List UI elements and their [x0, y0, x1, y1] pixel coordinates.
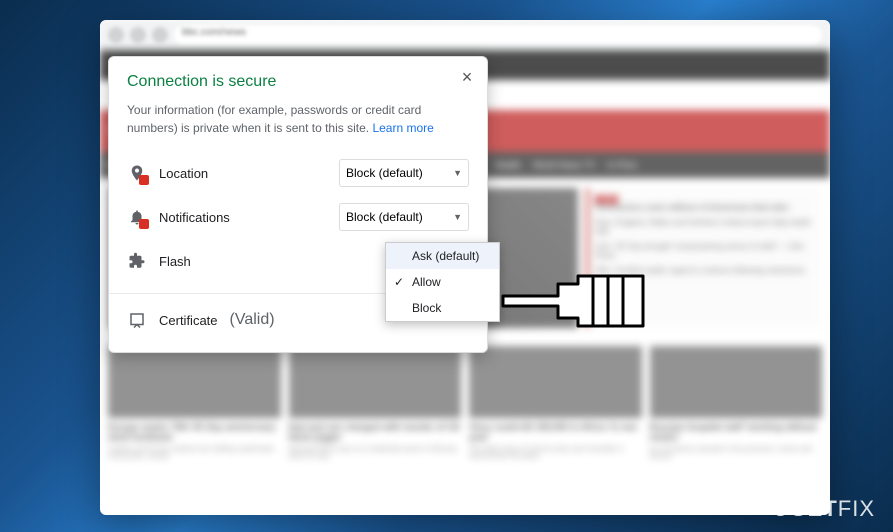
notifications-select[interactable]: Block (default)▼: [339, 203, 469, 231]
check-icon: ✓: [394, 275, 404, 289]
address-field[interactable]: bbc.com/news: [174, 25, 822, 45]
dropdown-option-allow[interactable]: ✓ Allow: [386, 269, 499, 295]
certificate-label: Certificate: [159, 313, 218, 328]
card-desc: The WHO warns of risk for years and 'smo…: [469, 446, 642, 460]
connection-description: Your information (for example, passwords…: [127, 101, 469, 137]
card-image: [289, 346, 462, 418]
location-icon: [127, 163, 147, 183]
forward-icon[interactable]: [130, 27, 146, 43]
article-card[interactable]: Virus could kill 190,000 in Africa 'in o…: [469, 346, 642, 460]
dropdown-option-ask[interactable]: Ask (default): [386, 243, 499, 269]
learn-more-link[interactable]: Learn more: [372, 121, 433, 135]
sidebar-headline[interactable]: Coronavirus costs millions of Americans …: [595, 203, 814, 212]
permission-label: Location: [159, 166, 327, 181]
card-image: [469, 346, 642, 418]
card-title: Russian hospital staff 'working without …: [650, 422, 823, 442]
puzzle-icon: [127, 251, 147, 271]
card-title: Dad and son charged with murder of US bl…: [289, 422, 462, 442]
card-title: Virus could kill 190,000 in Africa 'in o…: [469, 422, 642, 442]
pointing-hand-icon: [498, 266, 648, 341]
article-card[interactable]: Russian hospital staff 'working without …: [650, 346, 823, 460]
location-select[interactable]: Block (default)▼: [339, 159, 469, 187]
flash-dropdown-menu: Ask (default) ✓ Allow Block: [385, 242, 500, 322]
connection-title: Connection is secure: [127, 73, 469, 91]
card-title: Europe marks 75th VE Day anniversary ami…: [108, 422, 281, 442]
article-card-row: Europe marks 75th VE Day anniversary ami…: [100, 338, 830, 468]
card-desc: Leaders across the continent are holding…: [108, 446, 281, 460]
article-card[interactable]: Dad and son charged with murder of US bl…: [289, 346, 462, 460]
certificate-status: (Valid): [230, 311, 275, 329]
reload-icon[interactable]: [152, 27, 168, 43]
browser-window: bbc.com/news Sport Reel Worklife Travel …: [100, 20, 830, 515]
card-image: [108, 346, 281, 418]
card-desc: As coronavirus spreads in the provinces,…: [650, 446, 823, 460]
url-bar: bbc.com/news: [100, 20, 830, 50]
permission-label: Notifications: [159, 210, 327, 225]
dropdown-option-block[interactable]: Block: [386, 295, 499, 321]
certificate-icon: [127, 310, 147, 330]
card-desc: Ahmaud Arbery was on a residential stree…: [289, 446, 462, 460]
card-image: [650, 346, 823, 418]
sidebar-item[interactable]: 12m: VE Day brought 'overpowering sense …: [595, 242, 814, 260]
permission-row-notifications: Notifications Block (default)▼: [127, 195, 469, 239]
permission-label: Flash: [159, 254, 379, 269]
permission-row-location: Location Block (default)▼: [127, 151, 469, 195]
sub-nav-item[interactable]: World News TV: [527, 160, 601, 170]
chevron-down-icon: ▼: [453, 212, 462, 222]
blocked-badge-icon: [139, 175, 149, 185]
blocked-badge-icon: [139, 219, 149, 229]
chevron-down-icon: ▼: [453, 168, 462, 178]
watermark: UGETFIX: [773, 496, 875, 522]
sub-nav-item[interactable]: Health: [489, 160, 527, 170]
back-icon[interactable]: [108, 27, 124, 43]
article-card[interactable]: Europe marks 75th VE Day anniversary ami…: [108, 346, 281, 460]
close-button[interactable]: ×: [457, 67, 477, 87]
sub-nav-item[interactable]: In Pictu: [601, 160, 643, 170]
sidebar-item[interactable]: Now: England, Wales and Northern Ireland…: [595, 218, 814, 236]
bell-icon: [127, 207, 147, 227]
